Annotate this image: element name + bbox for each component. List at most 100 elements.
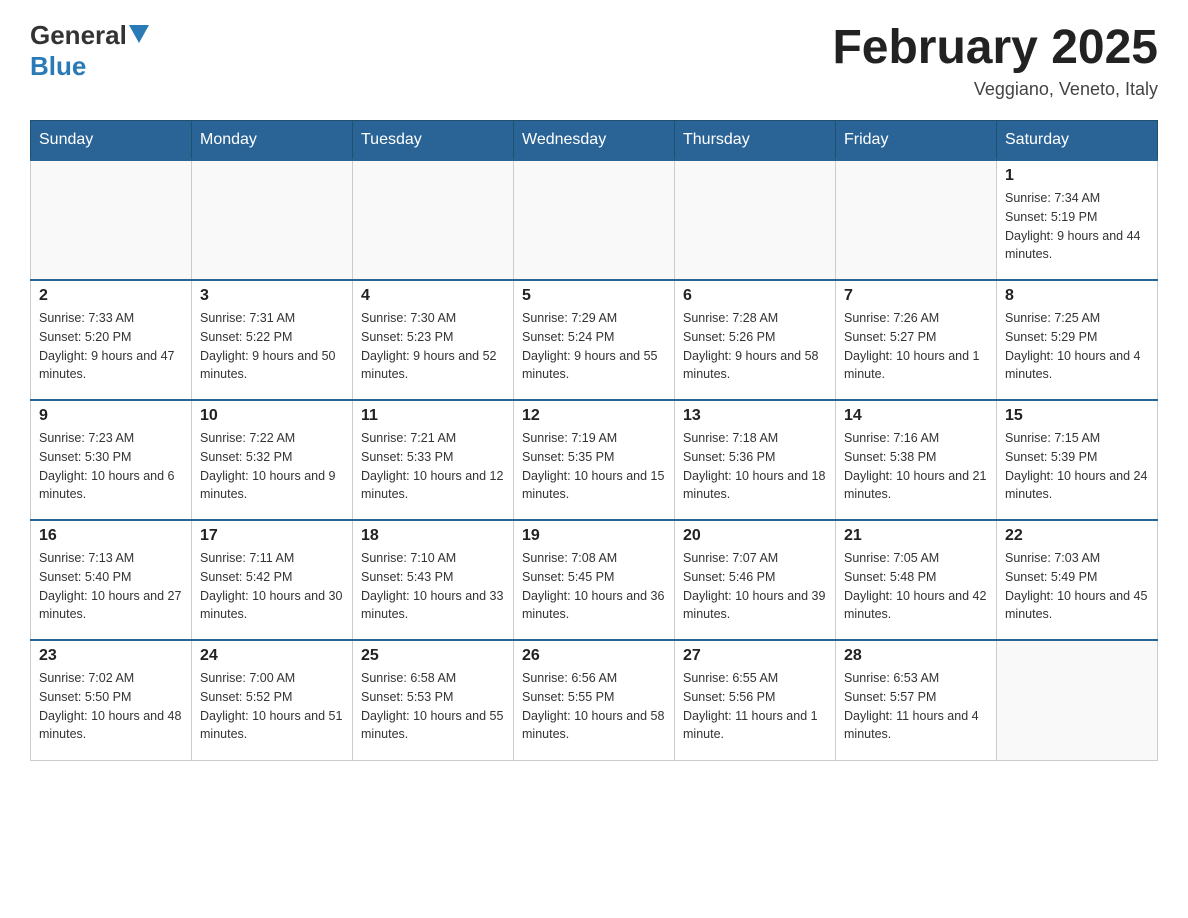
day-number: 9 [39, 407, 183, 425]
day-number: 10 [200, 407, 344, 425]
day-number: 1 [1005, 167, 1149, 185]
calendar-cell: 3 Sunrise: 7:31 AM Sunset: 5:22 PM Daylig… [192, 280, 353, 400]
day-info: Sunrise: 7:03 AM Sunset: 5:49 PM Dayligh… [1005, 549, 1149, 624]
calendar-cell [997, 640, 1158, 760]
day-info: Sunrise: 7:26 AM Sunset: 5:27 PM Dayligh… [844, 309, 988, 384]
day-header-sunday: Sunday [31, 121, 192, 161]
week-row-2: 2Sunrise: 7:33 AM Sunset: 5:20 PM Daylig… [31, 280, 1158, 400]
day-number: 6 [683, 287, 827, 305]
day-info: Sunrise: 7:15 AM Sunset: 5:39 PM Dayligh… [1005, 429, 1149, 504]
day-info: Sunrise: 7:05 AM Sunset: 5:48 PM Dayligh… [844, 549, 988, 624]
day-number: 27 [683, 647, 827, 665]
week-row-3: 9 Sunrise: 7:23 AM Sunset: 5:30 PM Daylig… [31, 400, 1158, 520]
day-number: 12 [522, 407, 666, 425]
day-info: Sunrise: 7:18 AM Sunset: 5:36 PM Dayligh… [683, 429, 827, 504]
day-number: 18 [361, 527, 505, 545]
day-header-thursday: Thursday [675, 121, 836, 161]
day-info: Sunrise: 7:16 AM Sunset: 5:38 PM Dayligh… [844, 429, 988, 504]
calendar-cell: 18 Sunrise: 7:10 AM Sunset: 5:43 PM Dayli… [353, 520, 514, 640]
page-header: General Blue February 2025 Veggiano, Ven… [30, 20, 1158, 100]
calendar-table: SundayMondayTuesdayWednesdayThursdayFrid… [30, 120, 1158, 761]
calendar-cell: 5Sunrise: 7:29 AM Sunset: 5:24 PM Daylig… [514, 280, 675, 400]
day-number: 5 [522, 287, 666, 305]
logo-triangle-icon [129, 25, 149, 43]
day-info: Sunrise: 7:30 AM Sunset: 5:23 PM Dayligh… [361, 309, 505, 384]
calendar-header-row: SundayMondayTuesdayWednesdayThursdayFrid… [31, 121, 1158, 161]
calendar-cell [353, 160, 514, 280]
day-number: 28 [844, 647, 988, 665]
day-number: 15 [1005, 407, 1149, 425]
day-number: 25 [361, 647, 505, 665]
day-header-tuesday: Tuesday [353, 121, 514, 161]
day-info: Sunrise: 7:02 AM Sunset: 5:50 PM Dayligh… [39, 669, 183, 744]
day-info: Sunrise: 7:21 AM Sunset: 5:33 PM Dayligh… [361, 429, 505, 504]
calendar-cell: 13 Sunrise: 7:18 AM Sunset: 5:36 PM Dayli… [675, 400, 836, 520]
calendar-cell: 28 Sunrise: 6:53 AM Sunset: 5:57 PM Dayli… [836, 640, 997, 760]
calendar-cell: 17 Sunrise: 7:11 AM Sunset: 5:42 PM Dayli… [192, 520, 353, 640]
calendar-cell: 21Sunrise: 7:05 AM Sunset: 5:48 PM Dayli… [836, 520, 997, 640]
day-header-friday: Friday [836, 121, 997, 161]
calendar-cell: 1Sunrise: 7:34 AM Sunset: 5:19 PM Daylig… [997, 160, 1158, 280]
day-number: 14 [844, 407, 988, 425]
day-number: 23 [39, 647, 183, 665]
day-info: Sunrise: 6:55 AM Sunset: 5:56 PM Dayligh… [683, 669, 827, 744]
day-header-monday: Monday [192, 121, 353, 161]
calendar-cell: 14 Sunrise: 7:16 AM Sunset: 5:38 PM Dayli… [836, 400, 997, 520]
day-number: 22 [1005, 527, 1149, 545]
calendar-cell: 19Sunrise: 7:08 AM Sunset: 5:45 PM Dayli… [514, 520, 675, 640]
day-info: Sunrise: 7:23 AM Sunset: 5:30 PM Dayligh… [39, 429, 183, 504]
day-info: Sunrise: 7:13 AM Sunset: 5:40 PM Dayligh… [39, 549, 183, 624]
calendar-cell: 2Sunrise: 7:33 AM Sunset: 5:20 PM Daylig… [31, 280, 192, 400]
day-number: 7 [844, 287, 988, 305]
calendar-subtitle: Veggiano, Veneto, Italy [832, 79, 1158, 100]
calendar-cell: 11 Sunrise: 7:21 AM Sunset: 5:33 PM Dayli… [353, 400, 514, 520]
day-info: Sunrise: 7:07 AM Sunset: 5:46 PM Dayligh… [683, 549, 827, 624]
day-number: 2 [39, 287, 183, 305]
calendar-cell: 6 Sunrise: 7:28 AM Sunset: 5:26 PM Daylig… [675, 280, 836, 400]
calendar-cell [192, 160, 353, 280]
logo: General Blue [30, 20, 149, 82]
calendar-cell: 4 Sunrise: 7:30 AM Sunset: 5:23 PM Daylig… [353, 280, 514, 400]
day-info: Sunrise: 7:10 AM Sunset: 5:43 PM Dayligh… [361, 549, 505, 624]
day-info: Sunrise: 7:11 AM Sunset: 5:42 PM Dayligh… [200, 549, 344, 624]
day-number: 24 [200, 647, 344, 665]
calendar-cell: 20 Sunrise: 7:07 AM Sunset: 5:46 PM Dayli… [675, 520, 836, 640]
day-info: Sunrise: 7:22 AM Sunset: 5:32 PM Dayligh… [200, 429, 344, 504]
day-number: 11 [361, 407, 505, 425]
logo-block: General Blue [30, 20, 149, 82]
day-info: Sunrise: 7:19 AM Sunset: 5:35 PM Dayligh… [522, 429, 666, 504]
day-header-saturday: Saturday [997, 121, 1158, 161]
calendar-cell: 9 Sunrise: 7:23 AM Sunset: 5:30 PM Daylig… [31, 400, 192, 520]
day-number: 20 [683, 527, 827, 545]
calendar-cell: 10 Sunrise: 7:22 AM Sunset: 5:32 PM Dayli… [192, 400, 353, 520]
calendar-cell [836, 160, 997, 280]
calendar-cell: 15 Sunrise: 7:15 AM Sunset: 5:39 PM Dayli… [997, 400, 1158, 520]
calendar-cell [675, 160, 836, 280]
calendar-cell: 8 Sunrise: 7:25 AM Sunset: 5:29 PM Daylig… [997, 280, 1158, 400]
calendar-cell: 25Sunrise: 6:58 AM Sunset: 5:53 PM Dayli… [353, 640, 514, 760]
day-number: 13 [683, 407, 827, 425]
day-number: 26 [522, 647, 666, 665]
day-info: Sunrise: 7:25 AM Sunset: 5:29 PM Dayligh… [1005, 309, 1149, 384]
logo-general: General [30, 20, 127, 51]
day-info: Sunrise: 6:53 AM Sunset: 5:57 PM Dayligh… [844, 669, 988, 744]
calendar-cell [514, 160, 675, 280]
calendar-cell: 27 Sunrise: 6:55 AM Sunset: 5:56 PM Dayli… [675, 640, 836, 760]
calendar-cell: 26Sunrise: 6:56 AM Sunset: 5:55 PM Dayli… [514, 640, 675, 760]
day-header-wednesday: Wednesday [514, 121, 675, 161]
week-row-1: 1Sunrise: 7:34 AM Sunset: 5:19 PM Daylig… [31, 160, 1158, 280]
day-number: 16 [39, 527, 183, 545]
calendar-title: February 2025 [832, 20, 1158, 75]
day-info: Sunrise: 7:31 AM Sunset: 5:22 PM Dayligh… [200, 309, 344, 384]
calendar-cell: 16 Sunrise: 7:13 AM Sunset: 5:40 PM Dayli… [31, 520, 192, 640]
day-number: 3 [200, 287, 344, 305]
title-block: February 2025 Veggiano, Veneto, Italy [832, 20, 1158, 100]
calendar-cell: 12 Sunrise: 7:19 AM Sunset: 5:35 PM Dayli… [514, 400, 675, 520]
day-number: 17 [200, 527, 344, 545]
logo-blue: Blue [30, 51, 86, 81]
calendar-cell: 23 Sunrise: 7:02 AM Sunset: 5:50 PM Dayli… [31, 640, 192, 760]
day-info: Sunrise: 7:28 AM Sunset: 5:26 PM Dayligh… [683, 309, 827, 384]
day-number: 4 [361, 287, 505, 305]
day-number: 8 [1005, 287, 1149, 305]
day-number: 19 [522, 527, 666, 545]
